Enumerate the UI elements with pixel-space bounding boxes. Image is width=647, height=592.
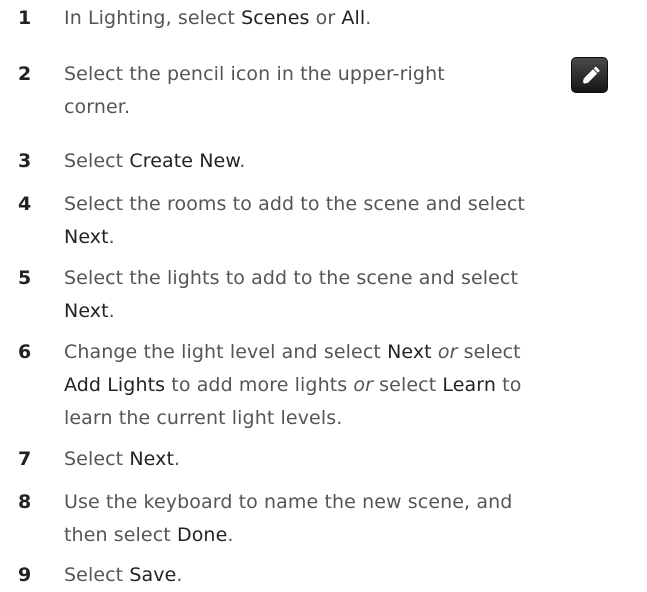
step-number: 4 [18,193,32,215]
step-1: 1 In Lighting, select Scenes or All. [0,2,647,35]
step-9: 9 Select Save. [0,559,647,592]
ui-keyword: Scenes [241,7,310,29]
step-text-run: In Lighting, select [64,7,242,29]
step-4: 4 Select the rooms to add to the scene a… [0,188,647,254]
step-text: In Lighting, select Scenes or All. [64,2,647,35]
step-text-run: to add more lights [165,374,354,396]
ui-keyword: Create New [129,150,240,172]
step-number: 8 [18,491,32,513]
step-text-run: . [108,300,115,322]
step-text-run: select [373,374,443,396]
step-number: 3 [18,150,32,172]
step-text-run: . [174,448,181,470]
step-text-run: Select the rooms to add to the scene and… [64,193,525,215]
step-text-run: . [108,226,115,248]
step-7: 7 Select Next. [0,443,647,476]
step-line: Select Create New. [64,145,647,178]
step-line: Use the keyboard to name the new scene, … [64,486,647,519]
step-number: 2 [18,63,32,85]
step-text-run: corner. [64,96,131,118]
step-line: then select Done. [64,519,647,552]
step-line: Change the light level and select Next o… [64,336,647,369]
step-8: 8 Use the keyboard to name the new scene… [0,486,647,552]
step-text: Select Next. [64,443,647,476]
emphasis-text: or [353,374,374,396]
step-text-run: then select [64,524,177,546]
step-3: 3 Select Create New. [0,145,647,178]
step-text-run: Select [64,150,130,172]
step-text-run: Select the lights to add to the scene an… [64,267,519,289]
step-text: Use the keyboard to name the new scene, … [64,486,647,552]
pencil-icon [571,57,608,93]
step-line: Add Lights to add more lights or select … [64,369,647,402]
step-line: Select Next. [64,443,647,476]
step-text: Select the rooms to add to the scene and… [64,188,647,254]
ui-keyword: Next [387,341,432,363]
step-5: 5 Select the lights to add to the scene … [0,262,647,328]
step-text: Change the light level and select Next o… [64,336,647,435]
ui-keyword: Add Lights [64,374,166,396]
step-line: Select the rooms to add to the scene and… [64,188,647,221]
step-text-run: select [457,341,521,363]
step-line: corner. [64,91,647,124]
step-number: 7 [18,448,32,470]
step-text-run: Select [64,448,130,470]
step-text: Select Save. [64,559,647,592]
step-text-run: to [496,374,522,396]
step-text-run: Select the pencil icon in the upper-righ… [64,63,445,85]
ui-keyword: Save [129,564,177,586]
step-2: 2 Select the pencil icon in the upper-ri… [0,58,647,124]
step-line: Select the pencil icon in the upper-righ… [64,58,647,91]
step-number: 5 [18,267,32,289]
step-line: Next. [64,221,647,254]
ui-keyword: Done [176,524,228,546]
step-text-run: . [176,564,183,586]
step-number: 9 [18,564,32,586]
step-line: In Lighting, select Scenes or All. [64,2,647,35]
step-text-run: or [309,7,342,29]
step-text-run: Select [64,564,130,586]
ui-keyword: Next [64,300,109,322]
ui-keyword: Next [64,226,109,248]
step-text-run: . [239,150,246,172]
step-line: Next. [64,295,647,328]
step-text-run: learn the current light levels. [64,407,343,429]
step-text-run: . [227,524,234,546]
ui-keyword: Next [129,448,175,470]
step-text: Select the lights to add to the scene an… [64,262,647,328]
step-text-run: Change the light level and select [64,341,388,363]
ui-keyword: All [341,7,366,29]
step-text: Select Create New. [64,145,647,178]
step-number: 1 [18,7,32,29]
step-text: Select the pencil icon in the upper-righ… [64,58,647,124]
step-text-run: Use the keyboard to name the new scene, … [64,491,513,513]
ui-keyword: Learn [442,374,496,396]
step-text-run: . [365,7,372,29]
step-number: 6 [18,341,32,363]
step-line: Select Save. [64,559,647,592]
emphasis-text: or [437,341,458,363]
step-6: 6 Change the light level and select Next… [0,336,647,435]
pencil-icon-glyph [582,66,600,85]
step-line: learn the current light levels. [64,402,647,435]
step-line: Select the lights to add to the scene an… [64,262,647,295]
